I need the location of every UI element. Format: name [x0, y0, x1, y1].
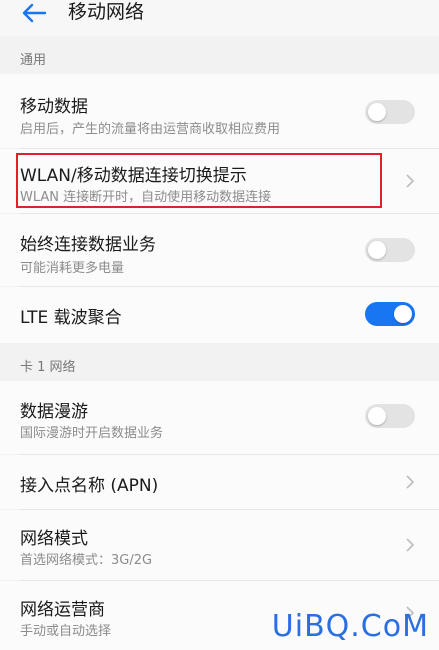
row-apn[interactable]: 接入点名称 (APN) [0, 455, 439, 509]
back-button[interactable] [18, 0, 50, 26]
mobile-data-toggle[interactable] [365, 100, 415, 124]
section-label-card1: 卡 1 网络 [20, 360, 76, 375]
always-connected-toggle[interactable] [365, 238, 415, 262]
page-title: 移动网络 [68, 1, 145, 23]
row-network-mode[interactable]: 网络模式 首选网络模式：3G/2G [0, 510, 439, 580]
row-title: 网络模式 [20, 529, 88, 549]
watermark-logo: UiBQ.CoM [271, 609, 429, 644]
row-subtitle: 国际漫游时开启数据业务 [20, 426, 164, 441]
row-data-roaming[interactable]: 数据漫游 国际漫游时开启数据业务 [0, 381, 439, 454]
toggle-knob [368, 407, 386, 425]
data-roaming-toggle[interactable] [365, 404, 415, 428]
toggle-knob [368, 103, 386, 121]
section-header-card1: 卡 1 网络 [0, 343, 439, 381]
row-title: 移动数据 [20, 97, 88, 117]
toggle-knob [368, 241, 386, 259]
row-always-connected[interactable]: 始终连接数据业务 可能消耗更多电量 [0, 214, 439, 286]
row-title: LTE 载波聚合 [20, 308, 122, 328]
row-title: 始终连接数据业务 [20, 235, 156, 255]
row-mobile-data[interactable]: 移动数据 启用后，产生的流量将由运营商收取相应费用 [0, 74, 439, 148]
row-lte-ca[interactable]: LTE 载波聚合 [0, 287, 439, 343]
row-subtitle: 可能消耗更多电量 [20, 261, 125, 276]
row-subtitle: 启用后，产生的流量将由运营商收取相应费用 [20, 122, 281, 137]
row-title: 数据漫游 [20, 402, 88, 422]
section-label-general: 通用 [20, 53, 47, 68]
highlight-box [16, 153, 382, 208]
app-header: 移动网络 [0, 0, 439, 36]
row-title: 接入点名称 (APN) [20, 476, 159, 496]
chevron-right-icon [406, 538, 415, 552]
row-title: 网络运营商 [20, 600, 105, 620]
chevron-right-icon [406, 174, 415, 188]
lte-ca-toggle[interactable] [365, 302, 415, 326]
chevron-right-icon [406, 475, 415, 489]
section-header-general: 通用 [0, 36, 439, 74]
row-subtitle: 手动或自动选择 [20, 624, 112, 639]
back-arrow-icon [22, 3, 47, 23]
row-subtitle: 首选网络模式：3G/2G [20, 553, 153, 568]
toggle-knob [394, 305, 412, 323]
